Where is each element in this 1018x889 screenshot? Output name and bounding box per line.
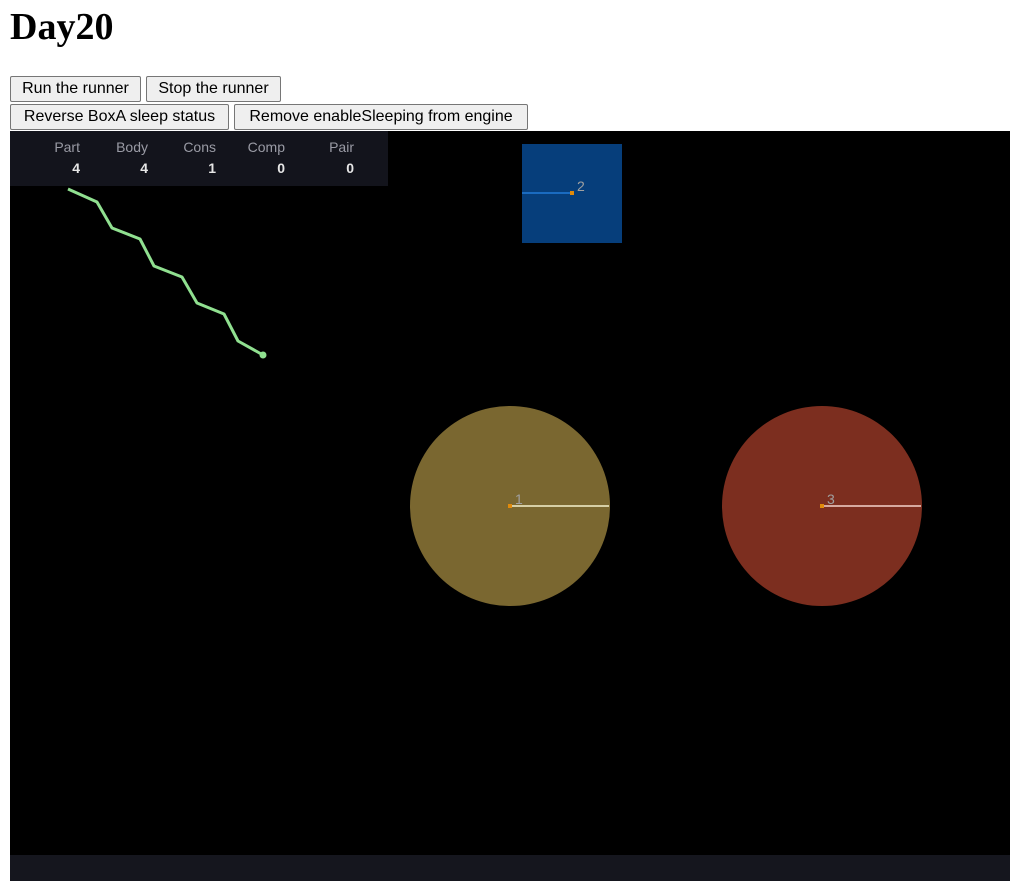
- stat-comp-label: Comp: [247, 139, 285, 155]
- stat-comp-value: 0: [277, 160, 285, 176]
- bottom-bar: [10, 855, 1010, 881]
- stat-body: Body 4: [88, 137, 148, 177]
- stat-cons-label: Cons: [183, 139, 216, 155]
- stat-part: Part 4: [20, 137, 80, 177]
- constraint-spring: [67, 187, 264, 357]
- stat-comp: Comp 0: [225, 137, 285, 177]
- page-title: Day20: [10, 6, 114, 48]
- stat-cons: Cons 1: [156, 137, 216, 177]
- stop-runner-button[interactable]: Stop the runner: [146, 76, 281, 102]
- render-canvas[interactable]: 2 1 3 Part 4 Body 4 Cons 1 Comp 0 Pair 0: [10, 131, 1010, 881]
- constraint-end-point: [259, 351, 267, 359]
- stat-body-value: 4: [140, 160, 148, 176]
- world-svg: 2 1 3: [67, 144, 922, 606]
- stat-part-label: Part: [54, 139, 80, 155]
- circle-body-1-center: [508, 504, 512, 508]
- reverse-sleep-button[interactable]: Reverse BoxA sleep status: [10, 104, 229, 130]
- circle-body-3-center: [820, 504, 824, 508]
- stat-pair: Pair 0: [294, 137, 354, 177]
- stat-body-label: Body: [116, 139, 148, 155]
- run-runner-button[interactable]: Run the runner: [10, 76, 141, 102]
- box-body-2-center: [570, 191, 574, 195]
- stat-pair-label: Pair: [329, 139, 354, 155]
- remove-enable-sleeping-button[interactable]: Remove enableSleeping from engine: [234, 104, 528, 130]
- stat-pair-value: 0: [346, 160, 354, 176]
- stat-cons-value: 1: [208, 160, 216, 176]
- stats-panel: Part 4 Body 4 Cons 1 Comp 0 Pair 0: [10, 131, 388, 186]
- box-body-2-label: 2: [577, 178, 585, 194]
- circle-body-3-label: 3: [827, 491, 835, 507]
- stat-part-value: 4: [72, 160, 80, 176]
- circle-body-1-label: 1: [515, 491, 523, 507]
